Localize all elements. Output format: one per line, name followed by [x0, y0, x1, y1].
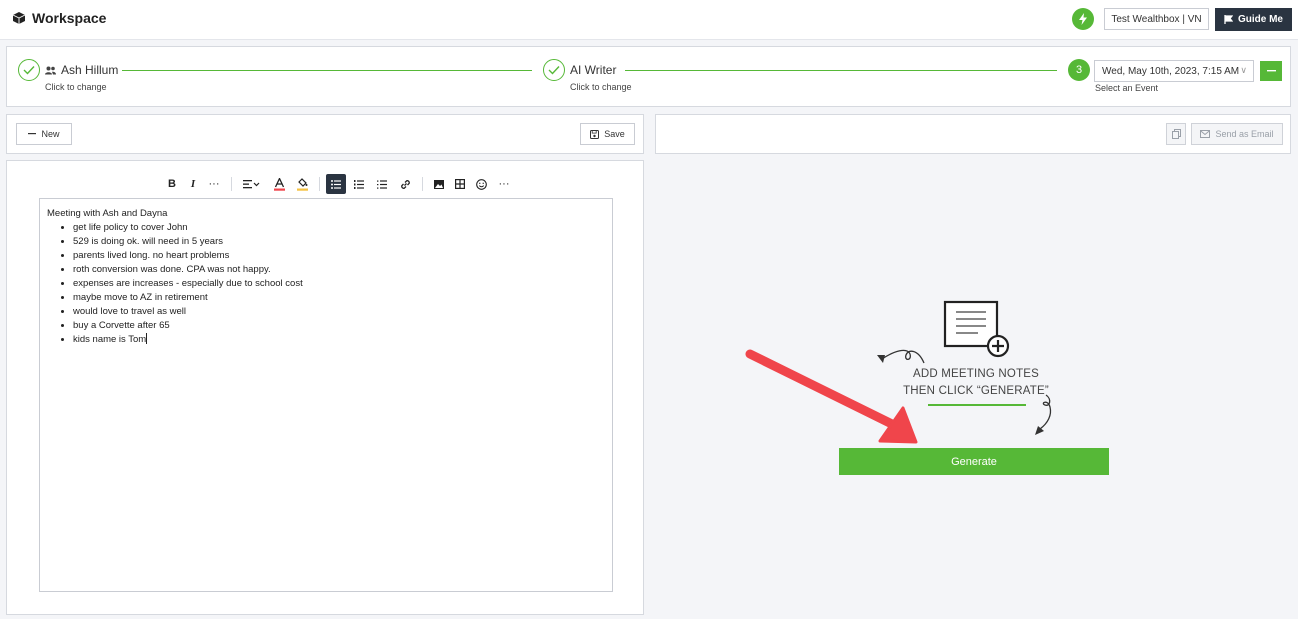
- list-item: would love to travel as well: [73, 305, 605, 319]
- save-label: Save: [604, 129, 625, 139]
- notes-document-icon: [943, 300, 1010, 358]
- step-3-number: 3: [1068, 59, 1090, 81]
- copy-icon: [1171, 129, 1181, 139]
- numbered-list-button[interactable]: [349, 174, 369, 194]
- table-button[interactable]: [450, 174, 470, 194]
- link-button[interactable]: [395, 174, 415, 194]
- list-item: roth conversion was done. CPA was not ha…: [73, 263, 605, 277]
- send-as-email-button[interactable]: Send as Email: [1191, 123, 1283, 145]
- text-color-button[interactable]: [269, 174, 289, 194]
- step-connector-2: [625, 70, 1057, 71]
- more-icon: ···: [208, 178, 220, 190]
- top-bar: Workspace Test Wealthbox | VN Guide Me: [0, 0, 1298, 40]
- notes-editor[interactable]: Meeting with Ash and Dayna get life poli…: [39, 198, 613, 592]
- bold-button[interactable]: B: [162, 174, 182, 194]
- list-item: maybe move to AZ in retirement: [73, 291, 605, 305]
- list-item: expenses are increases - especially due …: [73, 277, 605, 291]
- toolbar-divider: [422, 177, 423, 191]
- editor-panel: B I ··· ··· Meeting with Ash and Dayna •…: [6, 160, 644, 615]
- step-1-check[interactable]: [18, 59, 40, 81]
- paint-bucket-icon: [296, 177, 308, 191]
- chevron-down-icon: ∨: [1240, 65, 1247, 75]
- minus-icon: [1266, 70, 1276, 72]
- step-1-label: Ash Hillum: [61, 63, 119, 77]
- flag-icon: [1224, 15, 1233, 24]
- curly-arrow-down-icon: [1035, 394, 1052, 435]
- save-icon: [590, 129, 600, 139]
- step-1-title[interactable]: Ash Hillum: [45, 63, 118, 77]
- text-color-icon: [273, 177, 285, 191]
- output-toolbar: Send as Email: [655, 114, 1291, 154]
- formatting-toolbar: B I ··· ···: [162, 173, 515, 195]
- list-item: get life policy to cover John: [73, 221, 605, 235]
- step-2-subtitle: Click to change: [570, 82, 632, 92]
- align-button[interactable]: [238, 174, 264, 194]
- checklist-button[interactable]: [372, 174, 392, 194]
- check-icon: [23, 66, 35, 75]
- new-label: New: [41, 129, 60, 139]
- smiley-icon: [475, 178, 487, 190]
- editor-toolbar: New Save: [6, 114, 644, 154]
- bullet-list-icon: [331, 179, 341, 189]
- bolt-button[interactable]: [1072, 8, 1094, 30]
- table-icon: [455, 179, 465, 189]
- bolt-icon: [1079, 13, 1087, 25]
- brand[interactable]: Workspace: [12, 10, 106, 26]
- check-icon: [548, 66, 560, 75]
- highlight-button[interactable]: [292, 174, 312, 194]
- notes-heading: Meeting with Ash and Dayna: [47, 208, 168, 219]
- list-item: parents lived long. no heart problems: [73, 249, 605, 263]
- step-2-title[interactable]: AI Writer: [570, 63, 616, 77]
- step-connector-1: [122, 70, 532, 71]
- list-item: 529 is doing ok. will need in 5 years: [73, 235, 605, 249]
- emoji-button[interactable]: [471, 174, 491, 194]
- toolbar-divider: [231, 177, 232, 191]
- mail-icon: [1200, 130, 1211, 138]
- guide-me-button[interactable]: Guide Me: [1215, 8, 1292, 31]
- list-item: buy a Corvette after 65: [73, 319, 605, 333]
- text-cursor: [146, 333, 148, 344]
- italic-button[interactable]: I: [183, 174, 203, 194]
- copy-button[interactable]: [1166, 123, 1186, 145]
- image-icon: [434, 179, 444, 189]
- list-item-text: kids name is Tom: [73, 334, 147, 345]
- link-icon: [400, 179, 410, 189]
- more-options-button[interactable]: ···: [494, 174, 514, 194]
- bullet-list-button[interactable]: [326, 174, 346, 194]
- generate-button[interactable]: Generate: [839, 448, 1109, 475]
- checklist-icon: [377, 179, 387, 189]
- guide-me-label: Guide Me: [1237, 14, 1283, 25]
- new-button[interactable]: New: [16, 123, 72, 145]
- numbered-list-icon: [354, 179, 364, 189]
- red-arrow-annotation: [745, 349, 918, 444]
- placeholder-underline: [928, 404, 1026, 406]
- list-item: kids name is Tom: [73, 333, 605, 347]
- collapse-button[interactable]: [1260, 61, 1282, 81]
- step-2-check[interactable]: [543, 59, 565, 81]
- toolbar-divider: [319, 177, 320, 191]
- step-3-subtitle: Select an Event: [1095, 83, 1159, 93]
- align-left-icon: [242, 179, 259, 188]
- app-title: Workspace: [32, 10, 107, 26]
- minus-icon: [28, 133, 37, 135]
- event-select[interactable]: Wed, May 10th, 2023, 7:15 AM ∨: [1094, 60, 1254, 82]
- more-text-button[interactable]: ···: [204, 174, 224, 194]
- more-icon: ···: [498, 178, 510, 190]
- people-icon: [45, 66, 56, 74]
- cube-icon: [12, 12, 26, 24]
- notes-list: get life policy to cover John 529 is doi…: [47, 221, 605, 347]
- stepper: Ash Hillum Click to change AI Writer Cli…: [6, 46, 1291, 107]
- step-1-subtitle: Click to change: [45, 82, 107, 92]
- save-button[interactable]: Save: [580, 123, 635, 145]
- image-button[interactable]: [429, 174, 449, 194]
- event-select-value: Wed, May 10th, 2023, 7:15 AM: [1102, 65, 1240, 77]
- send-as-email-label: Send as Email: [1215, 129, 1274, 139]
- account-button[interactable]: Test Wealthbox | VN: [1104, 8, 1209, 30]
